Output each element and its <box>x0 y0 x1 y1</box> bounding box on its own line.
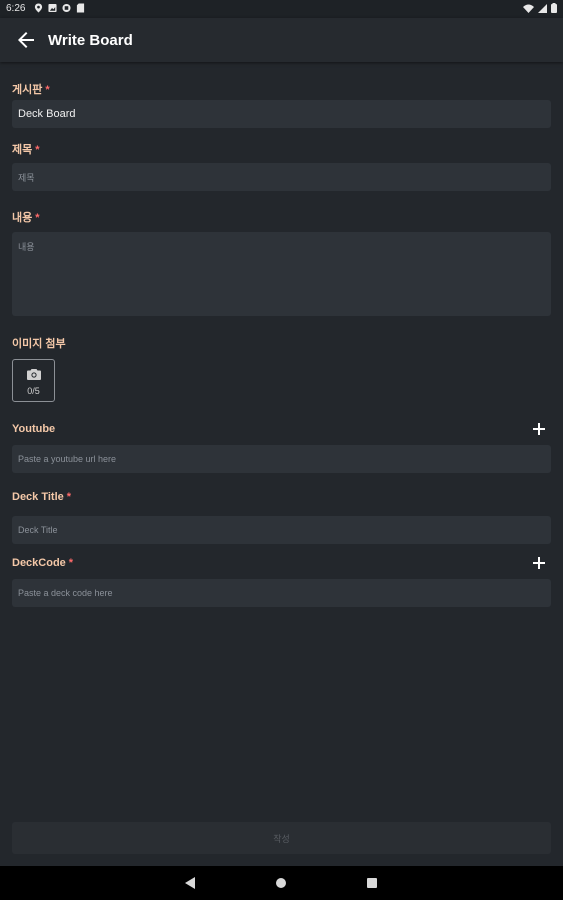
back-arrow-icon[interactable] <box>14 28 38 52</box>
sd-card-icon <box>76 3 85 13</box>
board-label: 게시판 * <box>12 84 50 96</box>
signal-icon <box>538 3 547 13</box>
nav-back-icon[interactable] <box>185 877 195 889</box>
wifi-icon <box>523 4 534 13</box>
camera-icon <box>27 369 41 380</box>
required-mark: * <box>66 491 72 503</box>
nav-recents-icon[interactable] <box>367 878 377 888</box>
deck-code-input[interactable]: Paste a deck code here <box>12 579 551 607</box>
page-title: Write Board <box>48 32 133 49</box>
notification-icons <box>34 3 85 13</box>
content-placeholder: 내용 <box>18 242 35 252</box>
nav-home-icon[interactable] <box>276 878 286 888</box>
title-label: 제목 * <box>12 144 40 156</box>
status-time: 6:26 <box>6 3 26 14</box>
battery-icon <box>551 3 557 13</box>
location-icon <box>34 3 43 13</box>
image-attach-label: 이미지 첨부 <box>12 338 66 350</box>
content-textarea[interactable]: 내용 <box>12 232 551 316</box>
app-notification-icon <box>62 3 71 13</box>
submit-label: 작성 <box>273 833 290 844</box>
deck-title-input[interactable]: Deck Title <box>12 516 551 544</box>
youtube-url-input[interactable]: Paste a youtube url here <box>12 445 551 473</box>
status-bar: 6:26 <box>0 0 563 18</box>
add-image-button[interactable]: 0/5 <box>12 359 55 402</box>
required-mark: * <box>35 144 40 156</box>
deck-title-placeholder: Deck Title <box>18 525 58 535</box>
content-label: 내용 * <box>12 212 40 224</box>
required-mark: * <box>68 557 74 569</box>
add-youtube-plus-icon[interactable] <box>532 422 546 436</box>
image-count: 0/5 <box>27 386 40 396</box>
add-deck-code-plus-icon[interactable] <box>532 556 546 570</box>
required-mark: * <box>35 212 40 224</box>
deck-title-label: Deck Title * <box>12 491 72 503</box>
board-value: Deck Board <box>18 108 76 120</box>
deck-code-placeholder: Paste a deck code here <box>18 588 113 598</box>
title-input[interactable]: 제목 <box>12 163 551 191</box>
deck-code-label: DeckCode * <box>12 557 74 569</box>
required-mark: * <box>45 84 50 96</box>
board-select[interactable]: Deck Board <box>12 100 551 128</box>
youtube-label: Youtube <box>12 423 56 435</box>
system-status-icons <box>523 3 557 13</box>
youtube-placeholder: Paste a youtube url here <box>18 454 117 464</box>
title-placeholder: 제목 <box>18 172 35 183</box>
app-bar: Write Board <box>0 18 563 62</box>
system-nav-bar <box>0 866 563 900</box>
submit-button[interactable]: 작성 <box>12 822 551 854</box>
image-notification-icon <box>48 3 57 13</box>
